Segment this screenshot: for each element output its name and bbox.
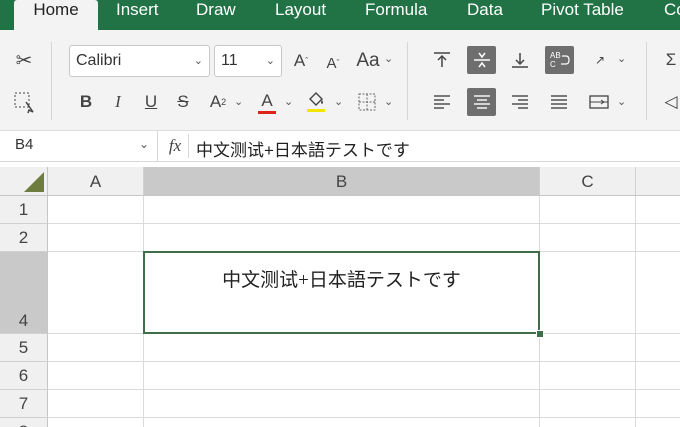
tab-layout[interactable]: Layout bbox=[275, 0, 326, 30]
svg-text:C: C bbox=[550, 60, 556, 69]
change-case-icon[interactable]: Aa bbox=[354, 47, 382, 75]
italic-icon[interactable]: I bbox=[107, 88, 129, 116]
chevron-down-icon[interactable]: ⌄ bbox=[384, 95, 393, 108]
cell-reference: B4 bbox=[15, 136, 34, 153]
tab-insert[interactable]: Insert bbox=[116, 0, 159, 30]
font-name-value: Calibri bbox=[76, 52, 122, 69]
align-top-icon[interactable] bbox=[428, 46, 456, 74]
autosum-icon[interactable]: Σ bbox=[662, 46, 680, 74]
font-size-value: 11 bbox=[221, 52, 238, 69]
font-name-dropdown[interactable]: Calibri ⌄ bbox=[69, 45, 210, 77]
column-header-c[interactable]: C bbox=[540, 167, 636, 196]
subscript-icon[interactable]: A2 bbox=[204, 88, 232, 116]
row-header-8[interactable]: 8 bbox=[0, 418, 48, 427]
strikethrough-icon[interactable]: S bbox=[172, 88, 194, 116]
row-header-7[interactable]: 7 bbox=[0, 390, 48, 418]
merge-cells-icon[interactable] bbox=[586, 88, 612, 116]
format-painter-icon[interactable] bbox=[10, 88, 38, 116]
decrease-font-icon[interactable]: Aˇ bbox=[322, 49, 344, 77]
row-header-2[interactable]: 2 bbox=[0, 224, 48, 252]
font-color-icon[interactable]: A bbox=[256, 87, 278, 115]
row-header-6[interactable]: 6 bbox=[0, 362, 48, 390]
tab-home[interactable]: Home bbox=[14, 0, 98, 30]
fill-color-icon[interactable] bbox=[303, 87, 329, 115]
justify-icon[interactable] bbox=[545, 88, 573, 116]
ribbon-toolbar: ✂ Calibri ⌄ 11 ⌄ Aˆ Aˇ Aa ⌄ B I U S A2 ⌄… bbox=[0, 30, 680, 131]
selected-cell-b4[interactable]: 中文测试+日本語テストです bbox=[143, 251, 540, 334]
chevron-down-icon[interactable]: ⌄ bbox=[284, 95, 293, 108]
column-header-a[interactable]: A bbox=[48, 167, 144, 196]
increase-font-icon[interactable]: Aˆ bbox=[290, 47, 312, 75]
row-header-1[interactable]: 1 bbox=[0, 196, 48, 224]
name-box[interactable]: B4 ⌄ bbox=[8, 131, 158, 161]
text-orientation-icon[interactable]: ↗ bbox=[588, 46, 612, 74]
column-header-d[interactable] bbox=[636, 167, 680, 196]
select-all-corner[interactable] bbox=[0, 167, 48, 196]
chevron-down-icon[interactable]: ⌄ bbox=[617, 95, 626, 108]
tab-more[interactable]: Co bbox=[664, 0, 680, 30]
row-header-4[interactable]: 4 bbox=[0, 252, 48, 334]
align-left-icon[interactable] bbox=[428, 88, 456, 116]
tab-data[interactable]: Data bbox=[467, 0, 503, 30]
fill-handle[interactable] bbox=[536, 330, 544, 338]
svg-text:AB: AB bbox=[550, 51, 561, 60]
chevron-down-icon: ⌄ bbox=[265, 55, 275, 67]
chevron-down-icon: ⌄ bbox=[193, 55, 203, 67]
align-bottom-icon[interactable] bbox=[506, 46, 534, 74]
tab-pivot-table[interactable]: Pivot Table bbox=[541, 0, 624, 30]
underline-icon[interactable]: U bbox=[140, 88, 162, 116]
fx-button[interactable]: fx bbox=[162, 134, 189, 158]
borders-icon[interactable] bbox=[355, 88, 379, 116]
column-header-b[interactable]: B bbox=[144, 167, 540, 196]
align-center-icon[interactable] bbox=[467, 88, 496, 116]
formula-input[interactable]: 中文测试+日本語テストです bbox=[196, 136, 410, 161]
align-right-icon[interactable] bbox=[506, 88, 534, 116]
bold-icon[interactable]: B bbox=[75, 88, 97, 116]
chevron-down-icon[interactable]: ⌄ bbox=[334, 95, 343, 108]
chevron-down-icon[interactable]: ⌄ bbox=[617, 52, 626, 65]
chevron-down-icon[interactable]: ⌄ bbox=[384, 52, 393, 65]
align-middle-icon[interactable] bbox=[467, 46, 496, 74]
spreadsheet-grid: A B C 1 2 4 5 6 7 8 中文测试+日本語テストです bbox=[0, 167, 680, 427]
ribbon-tab-bar: Home Insert Draw Layout Formula Data Piv… bbox=[0, 0, 680, 30]
tab-formula[interactable]: Formula bbox=[365, 0, 427, 30]
chevron-down-icon[interactable]: ⌄ bbox=[234, 95, 243, 108]
tab-draw[interactable]: Draw bbox=[196, 0, 236, 30]
wrap-text-icon[interactable]: AB C bbox=[545, 46, 574, 74]
clear-icon[interactable]: ◁ bbox=[662, 88, 680, 116]
font-size-dropdown[interactable]: 11 ⌄ bbox=[214, 45, 282, 77]
row-header-5[interactable]: 5 bbox=[0, 334, 48, 362]
cell-b4-text: 中文测试+日本語テストです bbox=[222, 270, 461, 291]
chevron-down-icon: ⌄ bbox=[138, 137, 149, 151]
formula-bar: B4 ⌄ fx 中文测试+日本語テストです bbox=[0, 131, 680, 162]
cut-icon[interactable]: ✂ bbox=[10, 46, 38, 74]
